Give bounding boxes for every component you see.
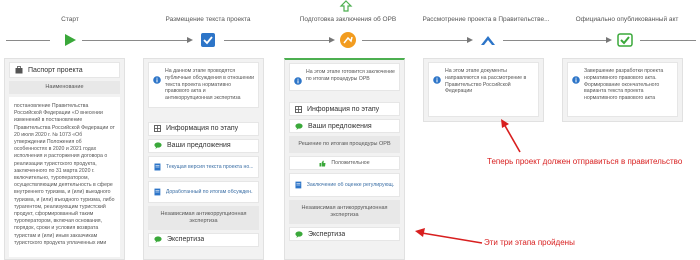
orv-expertise-button[interactable]: Экспертиза [289,227,400,241]
orv-decision-label: Решение по итогам процедуры ОРВ [289,136,400,153]
document-icon [154,163,161,171]
timeline-arrowhead [187,37,193,43]
positive-label: Положительное [331,160,370,166]
suggestions-label: Ваши предложения [167,142,231,150]
orv-info-card: На этом этапе готовится заключение по ит… [289,63,400,91]
column-placement: На данном этапе проводятся публичные обс… [143,58,264,260]
stage-title-orv: Подготовка заключения об ОРВ [299,16,397,23]
orv-info-text: На этом этапе готовится заключение по ит… [306,69,395,82]
chat-bubble-icon [154,236,162,244]
timeline-line [224,40,330,41]
chat-bubble-icon [154,142,162,150]
expertise-label: Экспертиза [167,236,205,244]
column-government: На этом этапе документы направляются на … [423,58,544,122]
timeline-line [640,40,696,41]
placement-info-card: На данном этапе проводятся публичные обс… [148,62,259,108]
placement-expertise-button[interactable]: Экспертиза [148,232,259,247]
passport-label: Паспорт проекта [28,66,83,74]
government-info-text: На этом этапе документы направляются на … [445,68,527,95]
document-icon [154,188,161,196]
stage-title-government: Рассмотрение проекта в Правительстве... [422,16,550,23]
timeline-line [362,40,468,41]
orv-conclusion-link[interactable]: Заключение об оценке регулирующ... [289,173,400,197]
published-info-card: Завершение разработки проекта нормативно… [567,62,678,117]
published-info-text: Завершение разработки проекта нормативно… [584,68,664,102]
revised-version-link-text[interactable]: Доработанный по итогам обсужден... [166,189,253,195]
naming-label: Наименование [9,81,120,94]
column-start: Паспорт проекта Наименование постановлен… [4,58,125,260]
table-icon [154,125,161,133]
checkmark-icon[interactable] [617,32,633,48]
timeline-arrowhead [606,37,612,43]
government-info-card: На этом этапе документы направляются на … [428,62,539,117]
document-icon [295,181,302,189]
orv-positive-result: Положительное [289,156,400,170]
project-name-text: постановление Правительства Российской Ф… [9,97,120,257]
info-icon [294,77,302,85]
passport-button[interactable]: Паспорт проекта [9,62,120,78]
stage-info-label: Информация по этапу [166,125,239,133]
anticorruption-label: Независимая антикоррупционная экспертиза [289,200,400,224]
suggestions-label: Ваши предложения [308,122,372,130]
orv-stage-info-button[interactable]: Информация по этапу [289,102,400,116]
table-icon [295,105,302,113]
briefcase-icon [15,66,23,74]
stage-title-published: Официально опубликованный акт [575,16,679,23]
orv-stage-icon[interactable] [339,31,357,49]
revised-version-link[interactable]: Доработанный по итогам обсужден... [148,180,259,203]
current-version-link[interactable]: Текущая версия текста проекта но... [148,155,259,178]
timeline-line [82,40,188,41]
info-icon [572,76,580,84]
stage-title-placement: Размещение текста проекта [165,16,251,23]
play-icon[interactable] [63,33,77,47]
placement-stage-info-button[interactable]: Информация по этапу [148,121,259,136]
placement-suggestions-button[interactable]: Ваши предложения [148,138,259,153]
conclusion-link-text[interactable]: Заключение об оценке регулирующ... [307,182,394,188]
chat-bubble-icon [295,122,303,130]
annotation-arrow-stages [415,228,483,244]
timeline-line [6,40,50,41]
orv-suggestions-button[interactable]: Ваши предложения [289,119,400,133]
column-orv: На этом этапе готовится заключение по ит… [284,58,405,260]
chat-bubble-icon [295,230,303,238]
current-version-link-text[interactable]: Текущая версия текста проекта но... [166,164,253,170]
stages-passed-annotation: Эти три этапа пройдены [484,238,575,247]
stage-title-start: Старт [61,16,79,23]
info-icon [433,76,441,84]
thumbs-up-icon [319,160,326,166]
info-icon [153,76,161,84]
column-published: Завершение разработки проекта нормативно… [562,58,683,122]
government-annotation: Теперь проект должен отправиться в прави… [487,157,683,166]
document-edit-icon[interactable] [200,32,216,48]
annotation-arrow-government [501,119,521,153]
pointer-arrow-icon [339,0,353,12]
stage-info-label: Информация по этапу [307,105,380,113]
timeline-arrowhead [329,37,335,43]
government-arrow-icon[interactable] [479,32,497,48]
expertise-label: Экспертиза [308,230,346,238]
timeline-line [503,40,607,41]
anticorruption-label: Независимая антикоррупционная экспертиза [148,205,259,230]
timeline-arrowhead [467,37,473,43]
placement-info-text: На данном этапе проводятся публичные обс… [165,68,254,102]
